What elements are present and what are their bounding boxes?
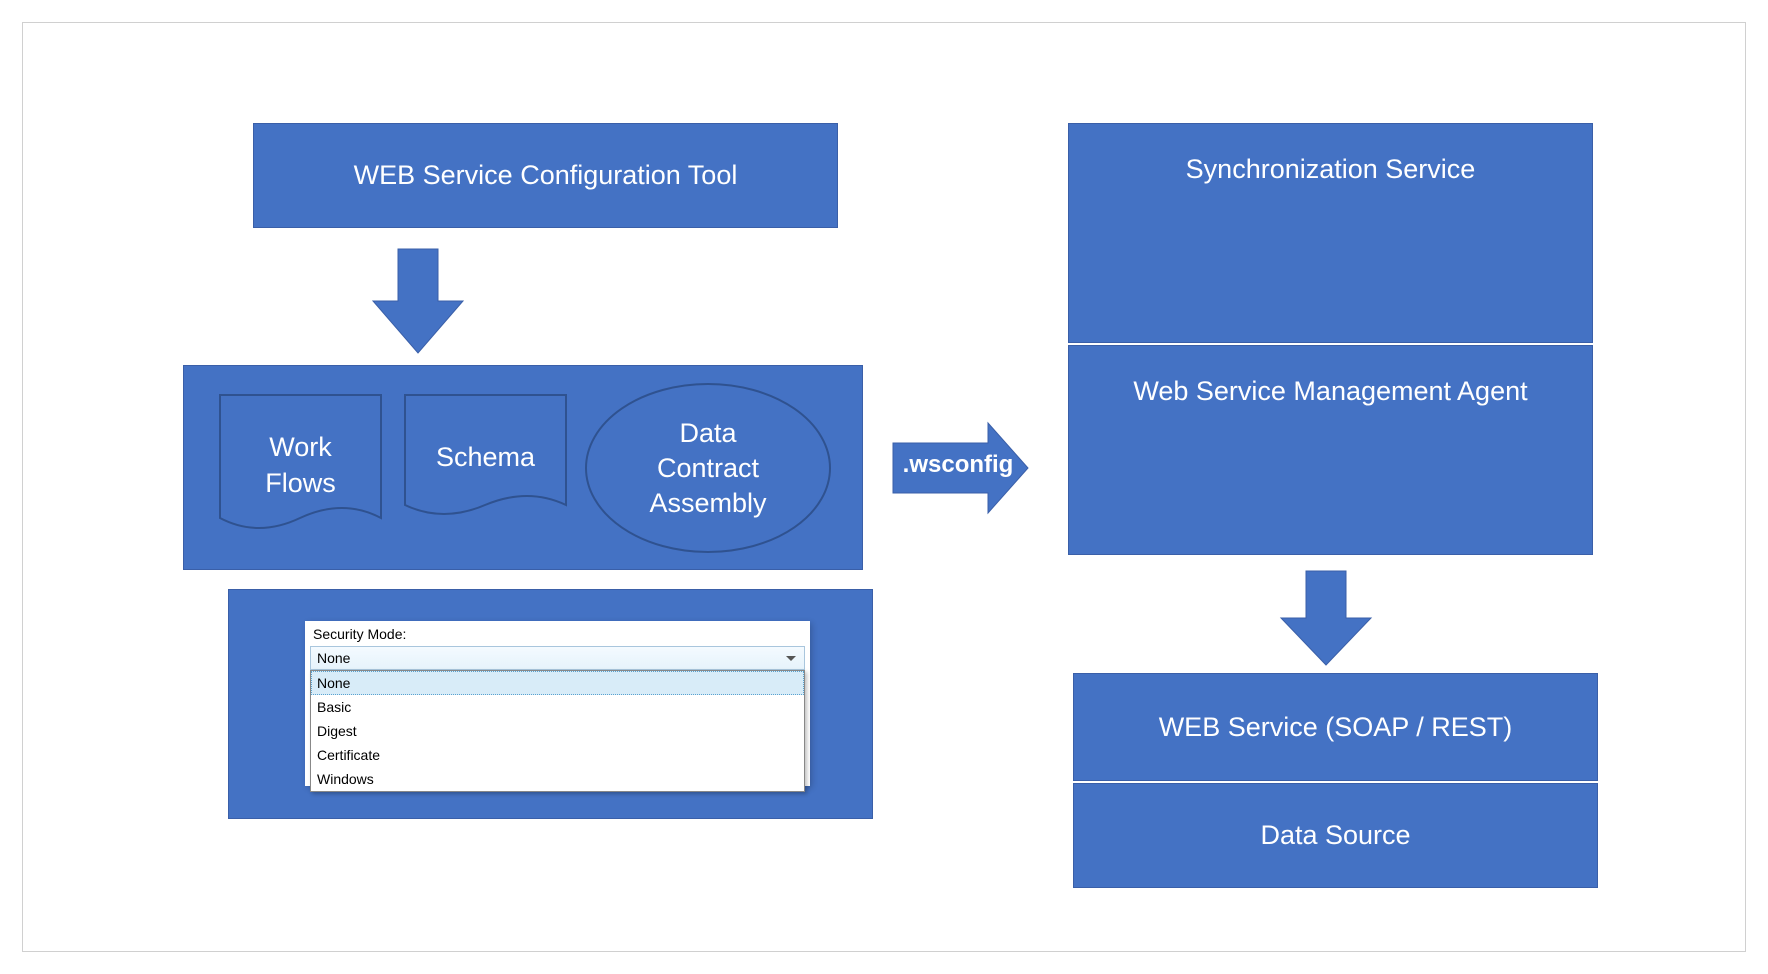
management-agent-label: Web Service Management Agent [1133,376,1527,407]
security-mode-dropdown: None Basic Digest Certificate Windows [310,670,805,792]
doc-workflows: Work Flows [218,393,383,538]
security-option-digest[interactable]: Digest [311,719,804,743]
security-option-windows[interactable]: Windows [311,767,804,791]
wsconfig-label: .wsconfig [898,451,1018,479]
ellipse-data-contract: Data Contract Assembly [583,381,833,556]
diagram-canvas: WEB Service Configuration Tool Work Flow… [22,22,1746,952]
security-selected-value: None [317,650,350,666]
security-mode-select[interactable]: None [310,646,805,670]
arrow-down-icon-2 [1276,563,1376,678]
box-sync-service: Synchronization Service [1068,123,1593,343]
box-data-source: Data Source [1073,783,1598,888]
doc-schema: Schema [403,393,568,523]
workflows-label: Work Flows [255,420,346,510]
web-service-label: WEB Service (SOAP / REST) [1159,712,1513,743]
box-management-agent: Web Service Management Agent [1068,345,1593,555]
security-mode-label: Security Mode: [313,626,406,642]
security-mode-panel: Security Mode: None None Basic Digest Ce… [305,621,810,786]
box-web-service: WEB Service (SOAP / REST) [1073,673,1598,781]
schema-label: Schema [426,430,545,485]
sync-service-label: Synchronization Service [1186,154,1476,185]
config-tool-label: WEB Service Configuration Tool [354,160,738,191]
security-option-basic[interactable]: Basic [311,695,804,719]
data-contract-label: Data Contract Assembly [583,381,833,556]
box-config-tool: WEB Service Configuration Tool [253,123,838,228]
arrow-down-icon [368,241,468,366]
security-option-none[interactable]: None [311,671,804,695]
data-source-label: Data Source [1260,820,1410,851]
security-option-certificate[interactable]: Certificate [311,743,804,767]
